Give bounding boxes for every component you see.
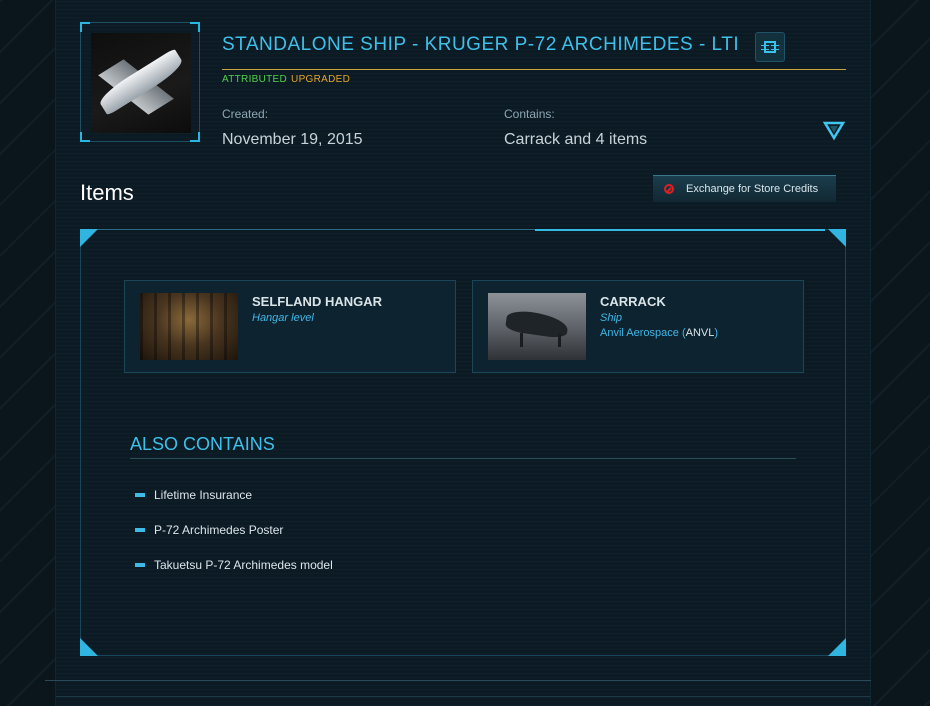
ship-image xyxy=(91,33,191,133)
item-type: Hangar level xyxy=(252,312,314,324)
bullet-icon xyxy=(135,528,145,532)
items-heading: Items xyxy=(80,180,134,205)
list-item-label: P-72 Archimedes Poster xyxy=(154,523,284,537)
frame-corner-accent xyxy=(80,229,98,247)
upgraded-badge: UPGRADED xyxy=(291,74,351,85)
carrack-landing-gear xyxy=(520,333,523,347)
manufacturer-code: ANVL xyxy=(685,327,715,339)
hangar-image xyxy=(140,293,238,360)
product-thumbnail[interactable] xyxy=(80,22,200,142)
product-title: STANDALONE SHIP - KRUGER P-72 ARCHIMEDES… xyxy=(222,34,740,55)
thumbnail-corner xyxy=(190,132,200,142)
frame-corner-accent xyxy=(828,638,846,656)
manufacturer-name: Anvil Aerospace xyxy=(600,327,679,339)
no-entry-icon xyxy=(664,184,674,194)
item-type: Ship xyxy=(600,312,623,324)
status-badges: ATTRIBUTED UPGRADED xyxy=(222,74,350,85)
list-item: P-72 Archimedes Poster xyxy=(135,523,283,537)
created-value: November 19, 2015 xyxy=(222,131,363,148)
also-contains-divider xyxy=(130,458,796,459)
created-label: Created: xyxy=(222,107,269,121)
section-divider xyxy=(56,696,870,697)
item-card-carrack[interactable]: CARRACK Ship Anvil Aerospace (ANVL) xyxy=(472,280,804,373)
triangle-down-icon[interactable] xyxy=(823,121,845,141)
thumbnail-corner xyxy=(80,22,90,32)
frame-top-line xyxy=(80,229,535,230)
section-divider xyxy=(45,680,871,681)
list-item: Lifetime Insurance xyxy=(135,488,252,502)
item-name: SELFLAND HANGAR xyxy=(252,294,382,309)
list-item-label: Lifetime Insurance xyxy=(154,488,253,502)
item-name: CARRACK xyxy=(600,294,666,309)
contains-value: Carrack and 4 items xyxy=(504,131,648,148)
frame-top-highlight xyxy=(535,229,825,231)
manufacturer-code-close: ) xyxy=(714,327,719,339)
thumbnail-corner xyxy=(190,22,200,32)
upgrade-button[interactable] xyxy=(755,32,785,62)
exchange-button-label: Exchange for Store Credits xyxy=(686,183,819,195)
also-contains-heading: ALSO CONTAINS xyxy=(130,434,275,454)
bullet-icon xyxy=(135,493,145,497)
carrack-landing-gear xyxy=(558,333,561,347)
list-item-label: Takuetsu P-72 Archimedes model xyxy=(154,558,333,572)
frame-corner-accent xyxy=(828,229,846,247)
item-manufacturer: Anvil Aerospace (ANVL) xyxy=(600,327,718,339)
contains-label: Contains: xyxy=(504,107,555,121)
chip-icon xyxy=(761,41,779,53)
item-card-hangar[interactable]: SELFLAND HANGAR Hangar level xyxy=(124,280,456,373)
bullet-icon xyxy=(135,563,145,567)
exchange-button[interactable]: Exchange for Store Credits xyxy=(653,175,836,204)
title-divider xyxy=(222,69,846,70)
list-item: Takuetsu P-72 Archimedes model xyxy=(135,558,333,572)
carrack-image xyxy=(488,293,586,360)
frame-corner-accent xyxy=(80,638,98,656)
thumbnail-corner xyxy=(80,132,90,142)
attributed-badge: ATTRIBUTED xyxy=(222,74,288,85)
